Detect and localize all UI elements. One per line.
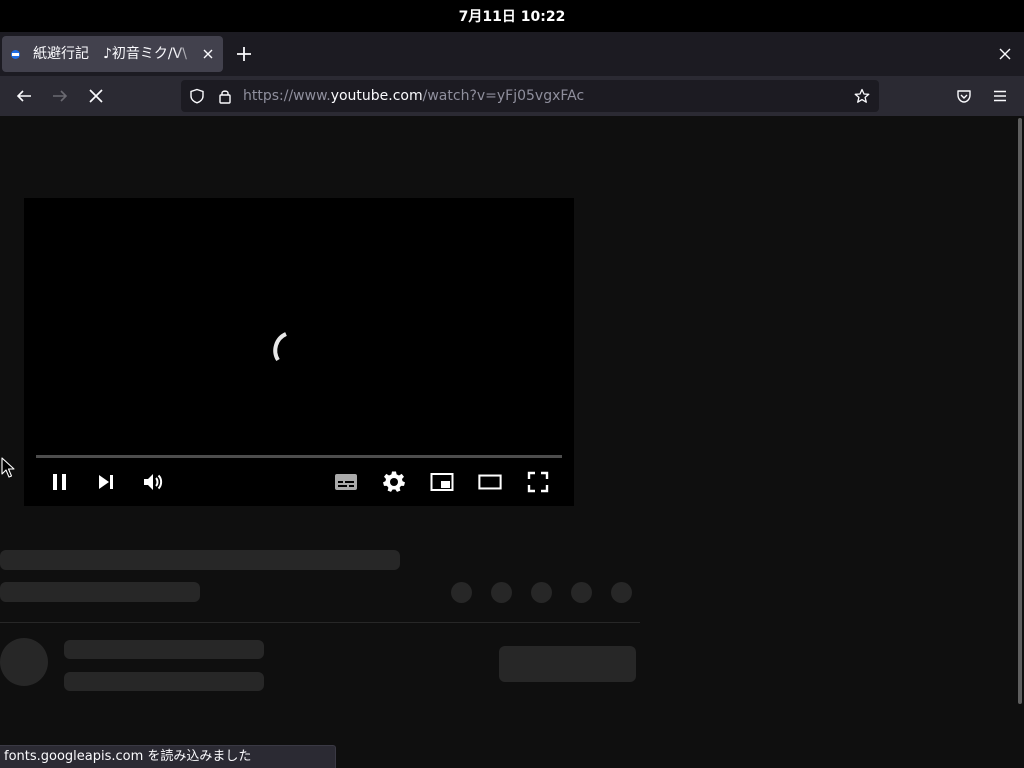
subtitles-icon [335,474,357,490]
mouse-cursor-icon [1,457,15,478]
navigation-toolbar: https://www.youtube.com/watch?v=yFj05vgx… [0,76,1024,116]
video-title-placeholder [0,550,400,570]
url-path: /watch?v=yFj05vgxFAc [422,88,585,104]
url-text[interactable]: https://www.youtube.com/watch?v=yFj05vgx… [243,87,584,105]
youtube-favicon-icon [11,50,20,59]
settings-button[interactable] [382,470,406,494]
progress-bar[interactable] [36,455,562,458]
video-player[interactable] [24,198,574,506]
fullscreen-icon [527,471,549,493]
plus-icon[interactable] [232,42,256,66]
tab-active[interactable]: 紙避行記 ♪初音ミク/V\ [2,36,223,72]
shield-icon[interactable] [189,88,205,104]
next-button[interactable] [94,470,118,494]
app-menu-button[interactable] [988,84,1012,108]
arrow-left-icon [16,90,31,102]
stop-loading-button[interactable] [84,84,108,108]
system-clock[interactable]: 7月11日 10:22 [459,6,566,26]
star-icon[interactable] [854,88,870,104]
settings-gear-icon [383,471,405,492]
theater-mode-button[interactable] [478,470,502,494]
tab-strip: 紙避行記 ♪初音ミク/V\ [0,32,1024,76]
action-placeholder [451,582,472,603]
pause-button[interactable] [48,470,72,494]
page-scrollbar[interactable] [1018,118,1022,704]
status-panel: fonts.googleapis.com を読み込みました [0,745,336,768]
action-placeholder [531,582,552,603]
subtitles-button[interactable] [334,470,358,494]
arrow-right-icon [53,90,68,102]
volume-button[interactable] [141,470,165,494]
channel-name-placeholder [64,640,264,659]
url-bar[interactable]: https://www.youtube.com/watch?v=yFj05vgx… [181,80,879,112]
action-placeholder [571,582,592,603]
pause-icon [53,474,66,490]
close-icon[interactable] [200,46,216,62]
hamburger-menu-icon [994,90,1006,102]
system-top-bar: 7月11日 10:22 [0,0,1024,32]
url-prefix: https://www. [243,88,331,104]
back-button[interactable] [12,84,36,108]
tab-title: 紙避行記 ♪初音ミク/V\ [33,46,187,62]
subscribe-button-placeholder [499,646,636,682]
fullscreen-button[interactable] [526,470,550,494]
volume-icon [144,474,163,490]
channel-subs-placeholder [64,672,264,691]
url-host: youtube.com [330,88,423,104]
divider [0,622,640,623]
channel-avatar-placeholder [0,638,48,686]
stop-loading-x-icon [89,89,103,103]
miniplayer-icon [430,473,454,491]
miniplayer-button[interactable] [430,470,454,494]
pocket-icon [957,90,971,103]
page-content [0,116,1024,768]
forward-button[interactable] [48,84,72,108]
action-placeholder [611,582,632,603]
lock-icon[interactable] [217,88,233,104]
next-icon [99,475,113,489]
action-placeholder [491,582,512,603]
pocket-button[interactable] [952,84,976,108]
window-close-icon[interactable] [995,44,1015,64]
video-meta-placeholder [0,582,200,602]
loading-spinner-icon [273,332,287,362]
theater-mode-icon [478,474,502,490]
